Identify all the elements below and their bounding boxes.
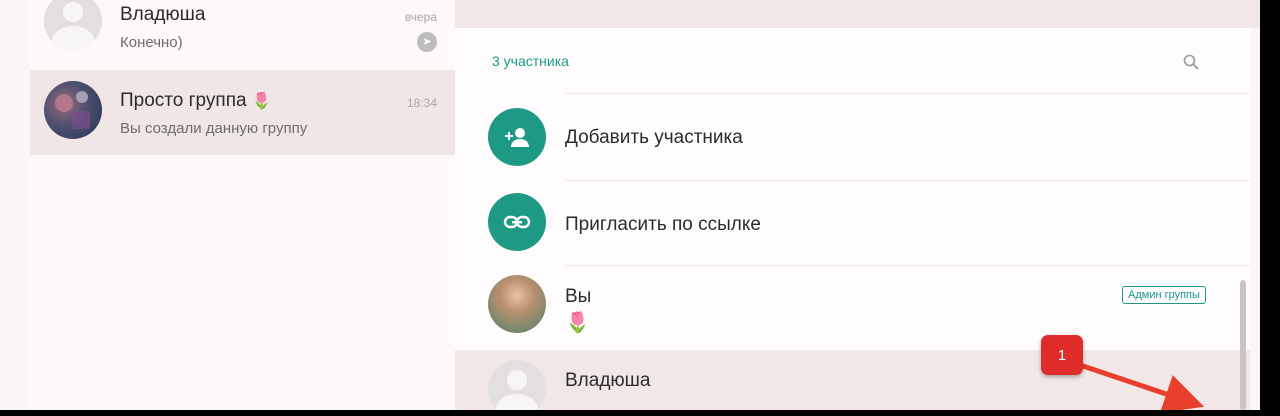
app-window: Владюша Конечно) вчера ➤ Просто группа 🌷… (0, 0, 1260, 410)
annotation-marker: 1 (1041, 335, 1083, 375)
